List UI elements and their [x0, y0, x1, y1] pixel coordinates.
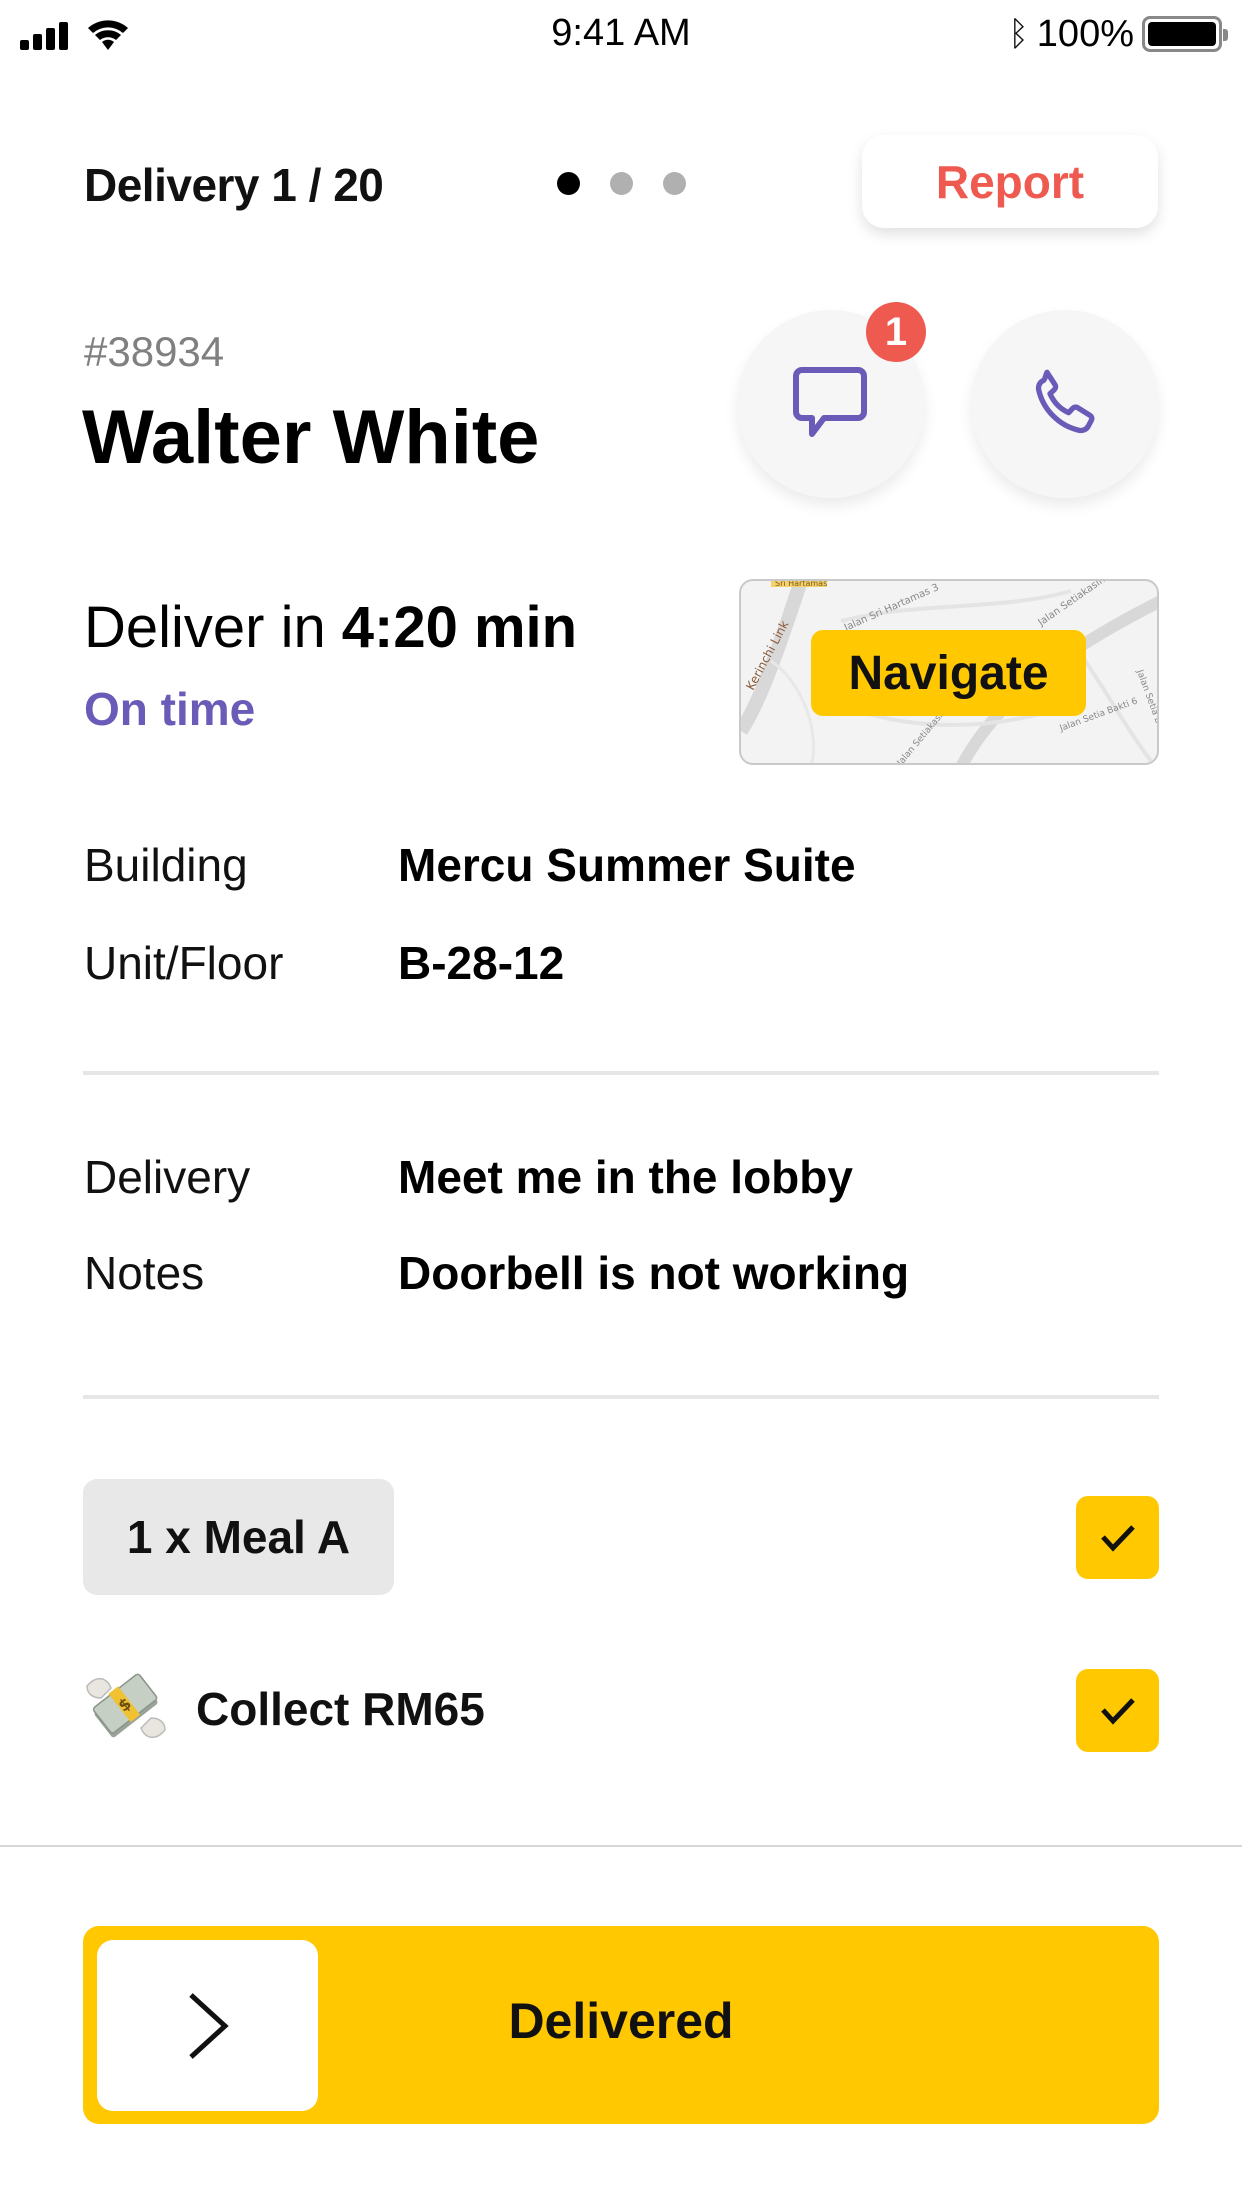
checkmark-icon	[1100, 1524, 1135, 1552]
footer-divider	[0, 1845, 1242, 1847]
report-button[interactable]: Report	[862, 135, 1158, 228]
eta-time: 4:20 min	[341, 595, 578, 660]
page-indicator[interactable]	[557, 172, 686, 195]
order-id: #38934	[84, 328, 225, 375]
page-dot[interactable]	[610, 172, 633, 195]
chat-bubble-icon	[793, 367, 867, 437]
building-label: Building	[84, 839, 248, 891]
meal-checkbox[interactable]	[1076, 1496, 1159, 1579]
call-button[interactable]	[971, 310, 1159, 498]
money-with-wings-icon: $	[86, 1673, 166, 1739]
eta-row: Deliver in 4:20 min	[84, 594, 577, 661]
eta-prefix: Deliver in	[84, 595, 326, 660]
note-line: Doorbell is not working	[398, 1247, 910, 1299]
checkmark-icon	[1100, 1697, 1135, 1725]
battery-percent: 100%	[1036, 12, 1134, 55]
unread-badge: 1	[866, 302, 926, 362]
notes-label-line2: Notes	[84, 1247, 205, 1299]
phone-icon	[1035, 369, 1095, 434]
status-bar: 9:41 AM ᛒ 100%	[0, 0, 1242, 72]
delivery-counter: Delivery 1 / 20	[84, 159, 384, 211]
page-dot[interactable]	[557, 172, 580, 195]
collect-payment-label: Collect RM65	[196, 1683, 485, 1735]
bluetooth-icon: ᛒ	[1008, 14, 1029, 54]
page-dot[interactable]	[663, 172, 686, 195]
building-value: Mercu Summer Suite	[398, 839, 856, 891]
unit-floor-label: Unit/Floor	[84, 937, 284, 989]
divider	[83, 1395, 1159, 1399]
meal-item-chip: 1 x Meal A	[83, 1479, 394, 1595]
divider	[83, 1071, 1159, 1075]
slide-handle[interactable]	[97, 1940, 318, 2111]
customer-name: Walter White	[82, 395, 540, 480]
payment-checkbox[interactable]	[1076, 1669, 1159, 1752]
map-label: Jalan Setiakasih	[1036, 581, 1108, 629]
unit-floor-value: B-28-12	[398, 937, 565, 989]
eta-status: On time	[84, 683, 256, 735]
delivered-label: Delivered	[508, 1993, 734, 2049]
map-label: Sri Hartamas	[775, 581, 827, 588]
chevron-right-icon	[188, 1992, 229, 2059]
note-line: Meet me in the lobby	[398, 1151, 853, 1203]
navigate-button[interactable]: Navigate	[811, 630, 1086, 716]
notes-label-line1: Delivery	[84, 1151, 251, 1203]
battery-icon	[1142, 16, 1228, 52]
